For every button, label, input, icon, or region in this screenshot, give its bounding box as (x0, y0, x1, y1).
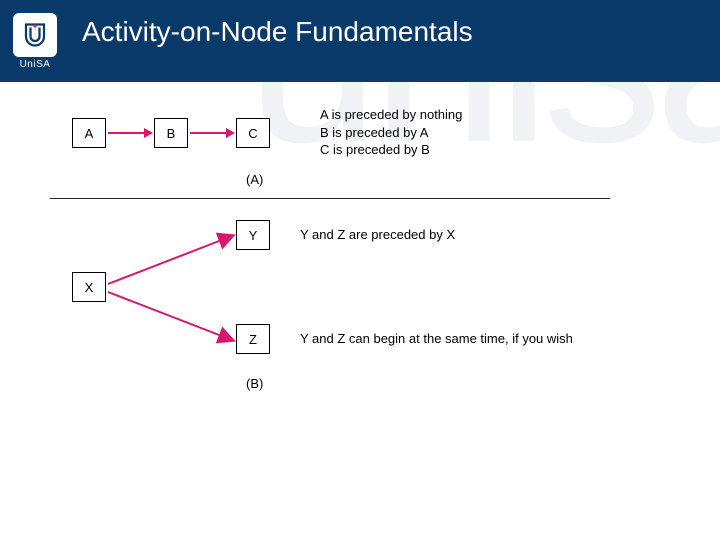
arrow-head-icon (226, 128, 235, 138)
node-y: Y (236, 220, 270, 250)
page-title: Activity-on-Node Fundamentals (82, 16, 473, 48)
arrow-b-c (190, 132, 228, 134)
panel-divider (50, 198, 610, 199)
brand-name: UniSA (20, 59, 51, 70)
panel-a-caption: (A) (246, 172, 263, 187)
desc-line: A is preceded by nothing (320, 106, 462, 124)
panel-b-arrows (106, 218, 240, 358)
node-x: X (72, 272, 106, 302)
panel-b-desc-2: Y and Z can begin at the same time, if y… (300, 330, 573, 348)
desc-line: B is preceded by A (320, 124, 462, 142)
desc-line: C is preceded by B (320, 141, 462, 159)
panel-b-desc-1: Y and Z are preceded by X (300, 226, 455, 244)
node-a: A (72, 118, 106, 148)
logo-shield-icon (13, 13, 57, 57)
node-c: C (236, 118, 270, 148)
slide-header: UniSA Activity-on-Node Fundamentals (0, 0, 720, 82)
brand-logo: UniSA (6, 7, 64, 75)
arrow-head-icon (144, 128, 153, 138)
panel-a-description: A is preceded by nothing B is preceded b… (320, 106, 462, 159)
node-z: Z (236, 324, 270, 354)
panel-b-caption: (B) (246, 376, 263, 391)
slide: unisa UniSA Activity-on-Node Fundamental… (0, 0, 720, 540)
node-b: B (154, 118, 188, 148)
arrow-a-b (108, 132, 146, 134)
